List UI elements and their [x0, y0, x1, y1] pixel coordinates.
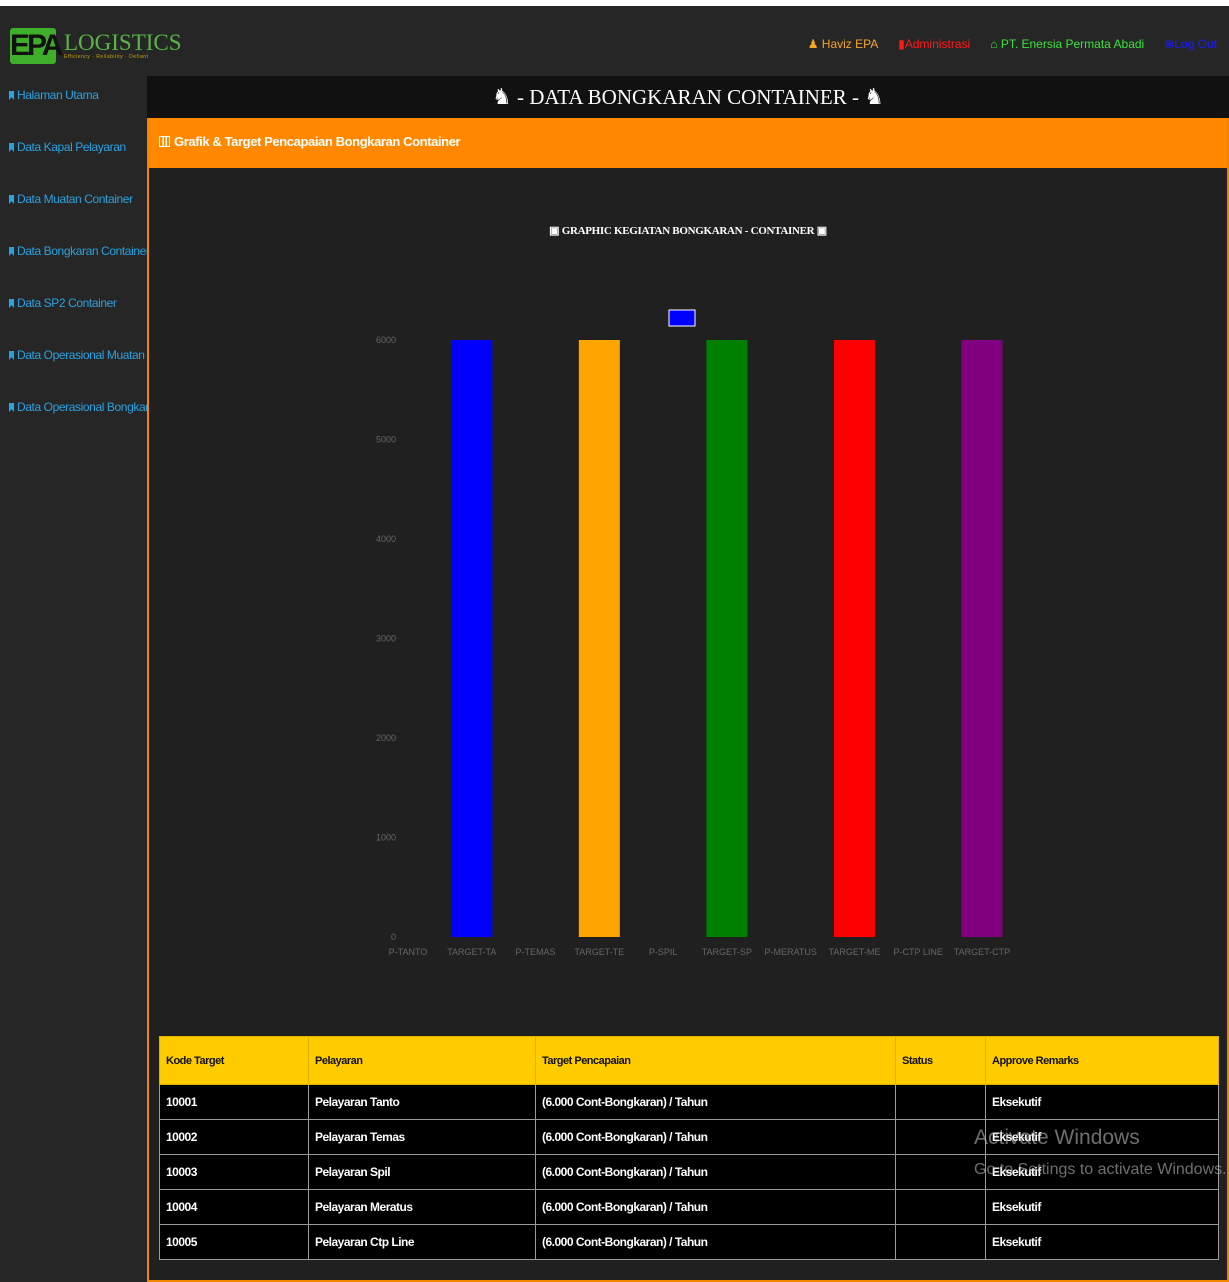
binoculars-icon: ♞: [492, 84, 512, 109]
x-tick-label: TARGET-SP: [702, 947, 752, 957]
col-header-approve-remarks: Approve Remarks: [985, 1036, 1219, 1085]
col-header-pelayaran: Pelayaran: [308, 1036, 536, 1085]
bookmark-icon: [9, 351, 14, 360]
x-tick-label: P-TEMAS: [516, 947, 556, 957]
bar-target-sp[interactable]: [706, 340, 748, 937]
cell-remarks: Eksekutif: [985, 1154, 1219, 1190]
bookmark-icon: [9, 247, 14, 256]
cell-remarks: Eksekutif: [985, 1189, 1219, 1225]
company-link[interactable]: ⌂ PT. Enersia Permata Abadi: [990, 37, 1144, 51]
sidebar-item-data-operasional-muatan[interactable]: Data Operasional Muatan: [0, 336, 147, 388]
cell-kode-target: 10002: [159, 1119, 309, 1155]
table-row: 10002 Pelayaran Temas (6.000 Cont-Bongka…: [159, 1119, 1219, 1155]
cell-remarks: Eksekutif: [985, 1119, 1219, 1155]
brand-logo[interactable]: EPA LOGISTICS Efficiency · Reliability ·…: [10, 28, 182, 64]
sidebar-item-halaman-utama[interactable]: Halaman Utama: [0, 76, 147, 128]
sidebar-item-data-muatan-container[interactable]: Data Muatan Container: [0, 180, 147, 232]
bookmark-icon: [9, 143, 14, 152]
cell-kode-target: 10005: [159, 1224, 309, 1260]
target-table: Kode Target Pelayaran Target Pencapaian …: [159, 1036, 1219, 1260]
logo-name: LOGISTICS: [64, 30, 182, 55]
y-tick-label: 6000: [376, 335, 396, 345]
cell-target: (6.000 Cont-Bongkaran) / Tahun: [535, 1224, 896, 1260]
y-tick-label: 3000: [376, 634, 396, 644]
user-icon: ♟: [807, 37, 822, 51]
sidebar-item-data-bongkaran-container[interactable]: Data Bongkaran Container: [0, 232, 147, 284]
y-tick-label: 5000: [376, 435, 396, 445]
cell-target: (6.000 Cont-Bongkaran) / Tahun: [535, 1119, 896, 1155]
x-tick-label: TARGET-ME: [829, 947, 881, 957]
bar-target-ctp[interactable]: [961, 340, 1003, 937]
cell-status: [895, 1189, 986, 1225]
x-tick-label: TARGET-TE: [574, 947, 624, 957]
bookmark-icon: [9, 91, 14, 100]
x-tick-label: P-CTP LINE: [894, 947, 943, 957]
logout-icon: ⊗: [1164, 37, 1175, 51]
cell-status: [895, 1119, 986, 1155]
main-content: ♞ - DATA BONGKARAN CONTAINER - ♞ Grafik …: [147, 76, 1229, 1282]
col-header-kode-target: Kode Target: [159, 1036, 309, 1085]
cell-kode-target: 10001: [159, 1084, 309, 1120]
user-link[interactable]: ♟ Haviz EPA: [808, 37, 879, 51]
cell-pelayaran: Pelayaran Temas: [308, 1119, 536, 1155]
bookmark-icon: [9, 299, 14, 308]
bar-target-te[interactable]: [578, 340, 620, 937]
sidebar: Halaman Utama Data Kapal Pelayaran Data …: [0, 76, 147, 1282]
cell-pelayaran: Pelayaran Ctp Line: [308, 1224, 536, 1260]
cell-target: (6.000 Cont-Bongkaran) / Tahun: [535, 1084, 896, 1120]
top-navbar: EPA LOGISTICS Efficiency · Reliability ·…: [0, 0, 1229, 76]
col-header-target-pencapaian: Target Pencapaian: [535, 1036, 896, 1085]
x-tick-label: P-SPIL: [649, 947, 678, 957]
x-tick-label: TARGET-CTP: [954, 947, 1010, 957]
bar-target-ta[interactable]: [451, 340, 493, 937]
y-tick-label: 2000: [376, 733, 396, 743]
bar-chart: ▣ GRAPHIC KEGIATAN BONGKARAN - CONTAINER…: [149, 168, 1227, 1028]
x-tick-label: P-MERATUS: [764, 947, 816, 957]
page-title: ♞ - DATA BONGKARAN CONTAINER - ♞: [147, 76, 1229, 118]
administration-link[interactable]: ▮Administrasi: [898, 37, 970, 51]
chart-svg: 0 1000 2000 3000 4000 5000 6000 P-TANTO TARGET-T…: [376, 309, 1010, 957]
cell-target: (6.000 Cont-Bongkaran) / Tahun: [535, 1154, 896, 1190]
cell-remarks: Eksekutif: [985, 1084, 1219, 1120]
cell-remarks: Eksekutif: [985, 1224, 1219, 1260]
cell-status: [895, 1084, 986, 1120]
cell-pelayaran: Pelayaran Tanto: [308, 1084, 536, 1120]
bookmark-icon: ▮: [898, 37, 905, 51]
table-row: 10001 Pelayaran Tanto (6.000 Cont-Bongka…: [159, 1084, 1219, 1120]
panel-header: Grafik & Target Pencapaian Bongkaran Con…: [149, 118, 1227, 168]
table-header-row: Kode Target Pelayaran Target Pencapaian …: [159, 1036, 1219, 1085]
y-tick-label: 1000: [376, 833, 396, 843]
chart-panel: Grafik & Target Pencapaian Bongkaran Con…: [147, 118, 1229, 1282]
logout-link[interactable]: ⊗Log Out: [1164, 37, 1217, 51]
top-nav-links: ♟ Haviz EPA ▮Administrasi ⌂ PT. Enersia …: [808, 37, 1217, 51]
cell-target: (6.000 Cont-Bongkaran) / Tahun: [535, 1189, 896, 1225]
cell-pelayaran: Pelayaran Meratus: [308, 1189, 536, 1225]
legend-swatch[interactable]: [668, 309, 696, 327]
cell-status: [895, 1154, 986, 1190]
cell-pelayaran: Pelayaran Spil: [308, 1154, 536, 1190]
table-row: 10005 Pelayaran Ctp Line (6.000 Cont-Bon…: [159, 1224, 1219, 1260]
table-row: 10003 Pelayaran Spil (6.000 Cont-Bongkar…: [159, 1154, 1219, 1190]
cell-status: [895, 1224, 986, 1260]
sidebar-item-data-operasional-bongkaran[interactable]: Data Operasional Bongkaran: [0, 388, 147, 440]
home-icon: ⌂: [990, 37, 1001, 51]
x-tick-label: P-TANTO: [389, 947, 428, 957]
table-row: 10004 Pelayaran Meratus (6.000 Cont-Bong…: [159, 1189, 1219, 1225]
sidebar-item-data-kapal-pelayaran[interactable]: Data Kapal Pelayaran: [0, 128, 147, 180]
y-tick-label: 0: [391, 932, 396, 942]
sidebar-item-data-sp2-container[interactable]: Data SP2 Container: [0, 284, 147, 336]
bookmark-icon: [9, 403, 14, 412]
bar-chart-icon: [159, 136, 170, 147]
bookmark-icon: [9, 195, 14, 204]
epa-logo-mark: EPA: [10, 28, 63, 64]
cell-kode-target: 10003: [159, 1154, 309, 1190]
col-header-status: Status: [895, 1036, 986, 1085]
x-tick-label: TARGET-TA: [447, 947, 496, 957]
binoculars-icon: ♞: [864, 84, 884, 109]
y-tick-label: 4000: [376, 534, 396, 544]
bar-target-me[interactable]: [833, 340, 875, 937]
cell-kode-target: 10004: [159, 1189, 309, 1225]
